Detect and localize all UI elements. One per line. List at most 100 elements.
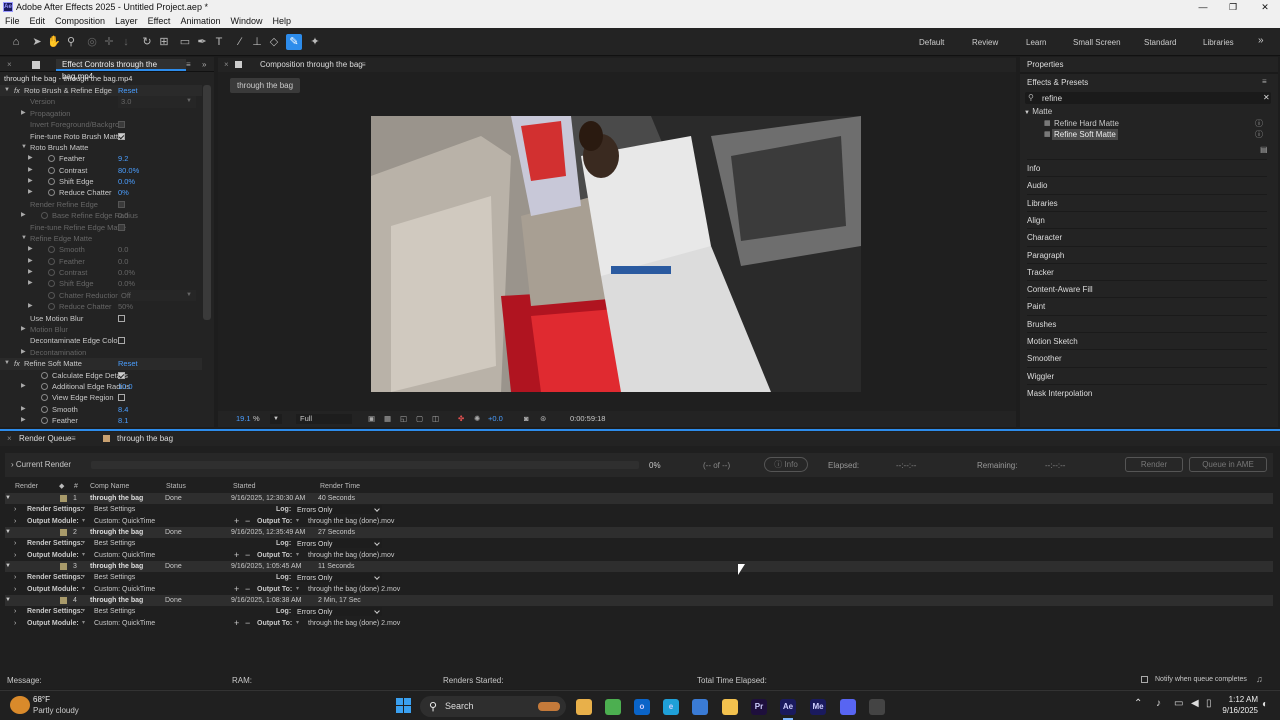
chevron-down-icon[interactable]: ▾: [82, 572, 85, 583]
stopwatch-icon[interactable]: [41, 405, 48, 413]
workspace-learn[interactable]: Learn: [1026, 38, 1046, 47]
output-file-link[interactable]: through the bag (done) 2.mov: [308, 584, 400, 595]
selection-tool-icon[interactable]: ➤: [29, 34, 45, 50]
add-output-icon[interactable]: +: [234, 618, 239, 629]
resolution-dropdown[interactable]: Full: [296, 414, 352, 424]
stopwatch-icon[interactable]: [41, 212, 48, 220]
chevron-right-icon[interactable]: ›: [14, 516, 16, 527]
comp-subtab[interactable]: through the bag: [230, 78, 301, 93]
render-item-row[interactable]: ▼ 3 through the bag Done 9/16/2025, 1:05:45 …: [5, 561, 1273, 573]
chevron-down-icon[interactable]: ▼: [4, 358, 10, 369]
remove-output-icon[interactable]: −: [245, 516, 250, 527]
stopwatch-icon[interactable]: [48, 166, 55, 174]
network-icon[interactable]: ▭: [1174, 698, 1183, 709]
chevron-down-icon[interactable]: ▼: [4, 85, 10, 96]
fx-icon[interactable]: fx: [14, 85, 20, 96]
chevron-right-icon[interactable]: ▶: [28, 153, 33, 164]
property-value[interactable]: 0.0%: [118, 176, 135, 187]
info-icon[interactable]: ⓘ: [1255, 129, 1263, 140]
exposure-value[interactable]: +0.0: [488, 411, 503, 427]
close-button[interactable]: ✕: [1250, 0, 1280, 14]
label-color-swatch[interactable]: [60, 597, 67, 604]
chevron-right-icon[interactable]: ▶: [21, 404, 26, 415]
taskbar-search[interactable]: ⚲ Search: [420, 696, 566, 717]
stopwatch-icon[interactable]: [41, 394, 48, 402]
chevron-right-icon[interactable]: ▶: [21, 381, 26, 392]
chevron-down-icon[interactable]: ▾: [82, 504, 85, 515]
roto-brush-tool-icon[interactable]: ✎: [286, 34, 302, 50]
property-checkbox[interactable]: [118, 394, 125, 402]
chrome-icon[interactable]: [605, 699, 621, 715]
panel-libraries[interactable]: Libraries: [1027, 193, 1267, 211]
output-module-value[interactable]: Custom: QuickTime: [94, 618, 155, 629]
chevron-right-icon[interactable]: ▶: [28, 187, 33, 198]
chevron-down-icon[interactable]: ▾: [82, 516, 85, 527]
chevron-down-icon[interactable]: ▾: [296, 584, 299, 595]
workspace-small-screen[interactable]: Small Screen: [1073, 38, 1121, 47]
property-value[interactable]: 0.0: [118, 256, 128, 267]
type-tool-icon[interactable]: T: [211, 34, 227, 50]
chevron-right-icon[interactable]: ›: [14, 550, 16, 561]
chevron-right-icon[interactable]: ▶: [28, 244, 33, 255]
property-value[interactable]: 10.0: [118, 381, 133, 392]
zoom-value[interactable]: 19.1: [236, 411, 251, 427]
info-icon[interactable]: ⓘ: [1255, 118, 1263, 129]
edge-icon[interactable]: e: [663, 699, 679, 715]
property-value[interactable]: 8.1: [118, 415, 128, 426]
panel-wiggler[interactable]: Wiggler: [1027, 366, 1267, 384]
clear-search-icon[interactable]: ✕: [1263, 93, 1270, 102]
effect-property-row[interactable]: ▶ Feather 9.2: [0, 153, 202, 164]
chevron-down-icon[interactable]: ▼: [186, 290, 192, 301]
reset-link[interactable]: Reset: [118, 85, 138, 96]
panel-align[interactable]: Align: [1027, 210, 1267, 228]
stopwatch-icon[interactable]: [41, 371, 48, 379]
add-output-icon[interactable]: +: [234, 516, 239, 527]
tab-effect-controls[interactable]: Effect Controls through the bag.mp4: [56, 59, 186, 81]
property-checkbox[interactable]: [118, 200, 125, 208]
home-icon[interactable]: ⌂: [8, 34, 24, 50]
workspace-overflow-icon[interactable]: »: [1258, 35, 1264, 46]
property-value[interactable]: 80.0%: [118, 165, 139, 176]
reset-link[interactable]: Reset: [118, 358, 138, 369]
info-button[interactable]: ⓘ Info: [764, 457, 808, 472]
file-explorer-icon[interactable]: [576, 699, 592, 715]
chevron-down-icon[interactable]: ▼: [186, 96, 192, 107]
property-value[interactable]: 0%: [118, 187, 129, 198]
chevron-down-icon[interactable]: ▼: [5, 595, 11, 606]
label-color-swatch[interactable]: [60, 495, 67, 502]
chevron-right-icon[interactable]: ▶: [28, 267, 33, 278]
chevron-down-icon[interactable]: ▾: [296, 618, 299, 629]
chevron-right-icon[interactable]: ›: [14, 538, 16, 549]
weather-icon[interactable]: [10, 696, 30, 714]
transparency-grid-icon[interactable]: ▦: [384, 411, 391, 427]
chevron-right-icon[interactable]: ▶: [28, 301, 33, 312]
property-value[interactable]: 50%: [118, 301, 133, 312]
chevron-right-icon[interactable]: ›: [14, 618, 16, 629]
effect-property-row[interactable]: Invert Foreground/Backgrou: [0, 119, 202, 130]
effect-property-row[interactable]: Fine-tune Refine Edge Matte: [0, 222, 202, 233]
property-checkbox[interactable]: [118, 371, 125, 379]
panel-motion-sketch[interactable]: Motion Sketch: [1027, 332, 1267, 349]
property-value[interactable]: Off: [118, 289, 196, 302]
panel-content-aware-fill[interactable]: Content-Aware Fill: [1027, 280, 1267, 297]
clock-date[interactable]: 9/16/2025: [1211, 706, 1258, 715]
chevron-right-icon[interactable]: ▶: [21, 324, 26, 335]
effect-property-row[interactable]: ▶ Motion Blur: [0, 324, 202, 335]
stopwatch-icon[interactable]: [48, 303, 55, 311]
output-file-link[interactable]: through the bag (done) 2.mov: [308, 618, 400, 629]
composition-viewer-frame[interactable]: [371, 116, 861, 392]
add-output-icon[interactable]: +: [234, 550, 239, 561]
folder-icon[interactable]: [722, 699, 738, 715]
property-checkbox[interactable]: [118, 132, 125, 140]
store-icon[interactable]: [692, 699, 708, 715]
panel-mask-interpolation[interactable]: Mask Interpolation: [1027, 383, 1267, 401]
add-output-icon[interactable]: +: [234, 584, 239, 595]
log-dropdown[interactable]: Errors Only: [294, 539, 382, 549]
panel-paint[interactable]: Paint: [1027, 297, 1267, 314]
col-number[interactable]: #: [74, 481, 78, 492]
weather-temp[interactable]: 68°F: [33, 695, 50, 704]
effect-property-row[interactable]: Calculate Edge Details: [0, 370, 202, 381]
chevron-right-icon[interactable]: ›: [14, 572, 16, 583]
effect-property-row[interactable]: ▼ Refine Edge Matte: [0, 233, 202, 244]
chevron-right-icon[interactable]: ▶: [21, 347, 26, 358]
